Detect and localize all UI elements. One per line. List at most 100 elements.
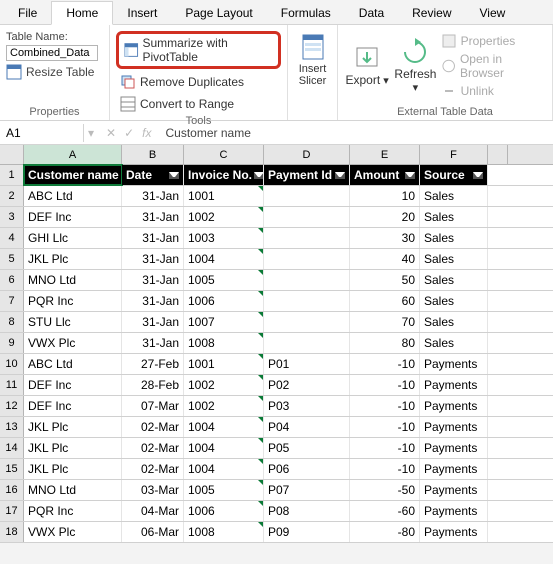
col-header-F[interactable]: F: [420, 145, 488, 164]
cell[interactable]: Sales: [420, 228, 488, 248]
cell[interactable]: 31-Jan: [122, 186, 184, 206]
cell[interactable]: DEF Inc: [24, 207, 122, 227]
filter-dropdown-icon[interactable]: [254, 172, 264, 179]
ext-properties-button[interactable]: Properties: [441, 33, 546, 49]
cell[interactable]: STU Llc: [24, 312, 122, 332]
cell[interactable]: 1004: [184, 459, 264, 479]
row-header[interactable]: 1: [0, 165, 24, 185]
row-header[interactable]: 9: [0, 333, 24, 353]
cell[interactable]: PQR Inc: [24, 501, 122, 521]
header-payment-id[interactable]: Payment Id: [264, 165, 350, 185]
cell[interactable]: 1003: [184, 228, 264, 248]
header-amount[interactable]: Amount: [350, 165, 420, 185]
row-header[interactable]: 4: [0, 228, 24, 248]
header-invoice-no[interactable]: Invoice No.: [184, 165, 264, 185]
cell[interactable]: 30: [350, 228, 420, 248]
row-header[interactable]: 18: [0, 522, 24, 542]
cell[interactable]: JKL Plc: [24, 249, 122, 269]
row-header[interactable]: 5: [0, 249, 24, 269]
header-customer-name[interactable]: Customer name: [24, 165, 122, 185]
cell[interactable]: ABC Ltd: [24, 354, 122, 374]
tab-data[interactable]: Data: [345, 2, 398, 24]
cell[interactable]: 31-Jan: [122, 312, 184, 332]
col-header-B[interactable]: B: [122, 145, 184, 164]
cell[interactable]: Sales: [420, 186, 488, 206]
cell[interactable]: 60: [350, 291, 420, 311]
cell[interactable]: P08: [264, 501, 350, 521]
cell[interactable]: -50: [350, 480, 420, 500]
cell[interactable]: 28-Feb: [122, 375, 184, 395]
row-header[interactable]: 14: [0, 438, 24, 458]
cell[interactable]: 07-Mar: [122, 396, 184, 416]
cell[interactable]: Payments: [420, 459, 488, 479]
cell[interactable]: ABC Ltd: [24, 186, 122, 206]
insert-slicer-button[interactable]: Insert Slicer: [289, 29, 337, 87]
cell[interactable]: P09: [264, 522, 350, 542]
summarize-pivottable-button[interactable]: Summarize with PivotTable: [116, 31, 281, 69]
cell[interactable]: Payments: [420, 396, 488, 416]
row-header[interactable]: 3: [0, 207, 24, 227]
cell[interactable]: DEF Inc: [24, 396, 122, 416]
cell[interactable]: [264, 228, 350, 248]
cell[interactable]: 1005: [184, 270, 264, 290]
row-header[interactable]: 6: [0, 270, 24, 290]
tab-home[interactable]: Home: [51, 1, 113, 25]
cell[interactable]: Payments: [420, 354, 488, 374]
tab-file[interactable]: File: [4, 2, 51, 24]
cell[interactable]: 27-Feb: [122, 354, 184, 374]
cell[interactable]: PQR Inc: [24, 291, 122, 311]
cell[interactable]: 20: [350, 207, 420, 227]
export-button[interactable]: Export ▾: [344, 29, 390, 99]
cell[interactable]: 1008: [184, 522, 264, 542]
cell[interactable]: VWX Plc: [24, 333, 122, 353]
cell[interactable]: -10: [350, 459, 420, 479]
tab-insert[interactable]: Insert: [113, 2, 171, 24]
filter-dropdown-icon[interactable]: [335, 172, 345, 179]
cell[interactable]: GHI Llc: [24, 228, 122, 248]
filter-dropdown-icon[interactable]: [169, 172, 179, 179]
row-header[interactable]: 11: [0, 375, 24, 395]
cell[interactable]: -80: [350, 522, 420, 542]
cell[interactable]: -60: [350, 501, 420, 521]
cell[interactable]: -10: [350, 396, 420, 416]
header-source[interactable]: Source: [420, 165, 488, 185]
cell[interactable]: 31-Jan: [122, 207, 184, 227]
cell[interactable]: 31-Jan: [122, 291, 184, 311]
cell[interactable]: P05: [264, 438, 350, 458]
open-browser-button[interactable]: Open in Browser: [441, 52, 546, 80]
col-header-empty[interactable]: [488, 145, 508, 164]
cell[interactable]: Payments: [420, 375, 488, 395]
cell[interactable]: P01: [264, 354, 350, 374]
cell[interactable]: 1006: [184, 291, 264, 311]
resize-table-button[interactable]: Resize Table: [6, 61, 103, 80]
enter-icon[interactable]: ✓: [124, 126, 134, 140]
cell[interactable]: 1004: [184, 249, 264, 269]
refresh-button[interactable]: Refresh ▾: [392, 29, 438, 99]
tab-page-layout[interactable]: Page Layout: [171, 2, 266, 24]
name-box[interactable]: A1: [0, 124, 84, 142]
cell[interactable]: P07: [264, 480, 350, 500]
cancel-icon[interactable]: ✕: [106, 126, 116, 140]
cell[interactable]: 1002: [184, 396, 264, 416]
col-header-E[interactable]: E: [350, 145, 420, 164]
cell[interactable]: 1001: [184, 354, 264, 374]
cell[interactable]: [264, 333, 350, 353]
col-header-A[interactable]: A: [24, 145, 122, 164]
tab-formulas[interactable]: Formulas: [267, 2, 345, 24]
cell[interactable]: 02-Mar: [122, 438, 184, 458]
cell[interactable]: Payments: [420, 480, 488, 500]
cell[interactable]: [264, 249, 350, 269]
col-header-C[interactable]: C: [184, 145, 264, 164]
tab-review[interactable]: Review: [398, 2, 465, 24]
cell[interactable]: Sales: [420, 291, 488, 311]
cell[interactable]: Payments: [420, 501, 488, 521]
cell[interactable]: -10: [350, 417, 420, 437]
cell[interactable]: JKL Plc: [24, 459, 122, 479]
cell[interactable]: 02-Mar: [122, 459, 184, 479]
cell[interactable]: 31-Jan: [122, 333, 184, 353]
cell[interactable]: 31-Jan: [122, 228, 184, 248]
cell[interactable]: 1005: [184, 480, 264, 500]
row-header[interactable]: 15: [0, 459, 24, 479]
cell[interactable]: P04: [264, 417, 350, 437]
cell[interactable]: JKL Plc: [24, 438, 122, 458]
